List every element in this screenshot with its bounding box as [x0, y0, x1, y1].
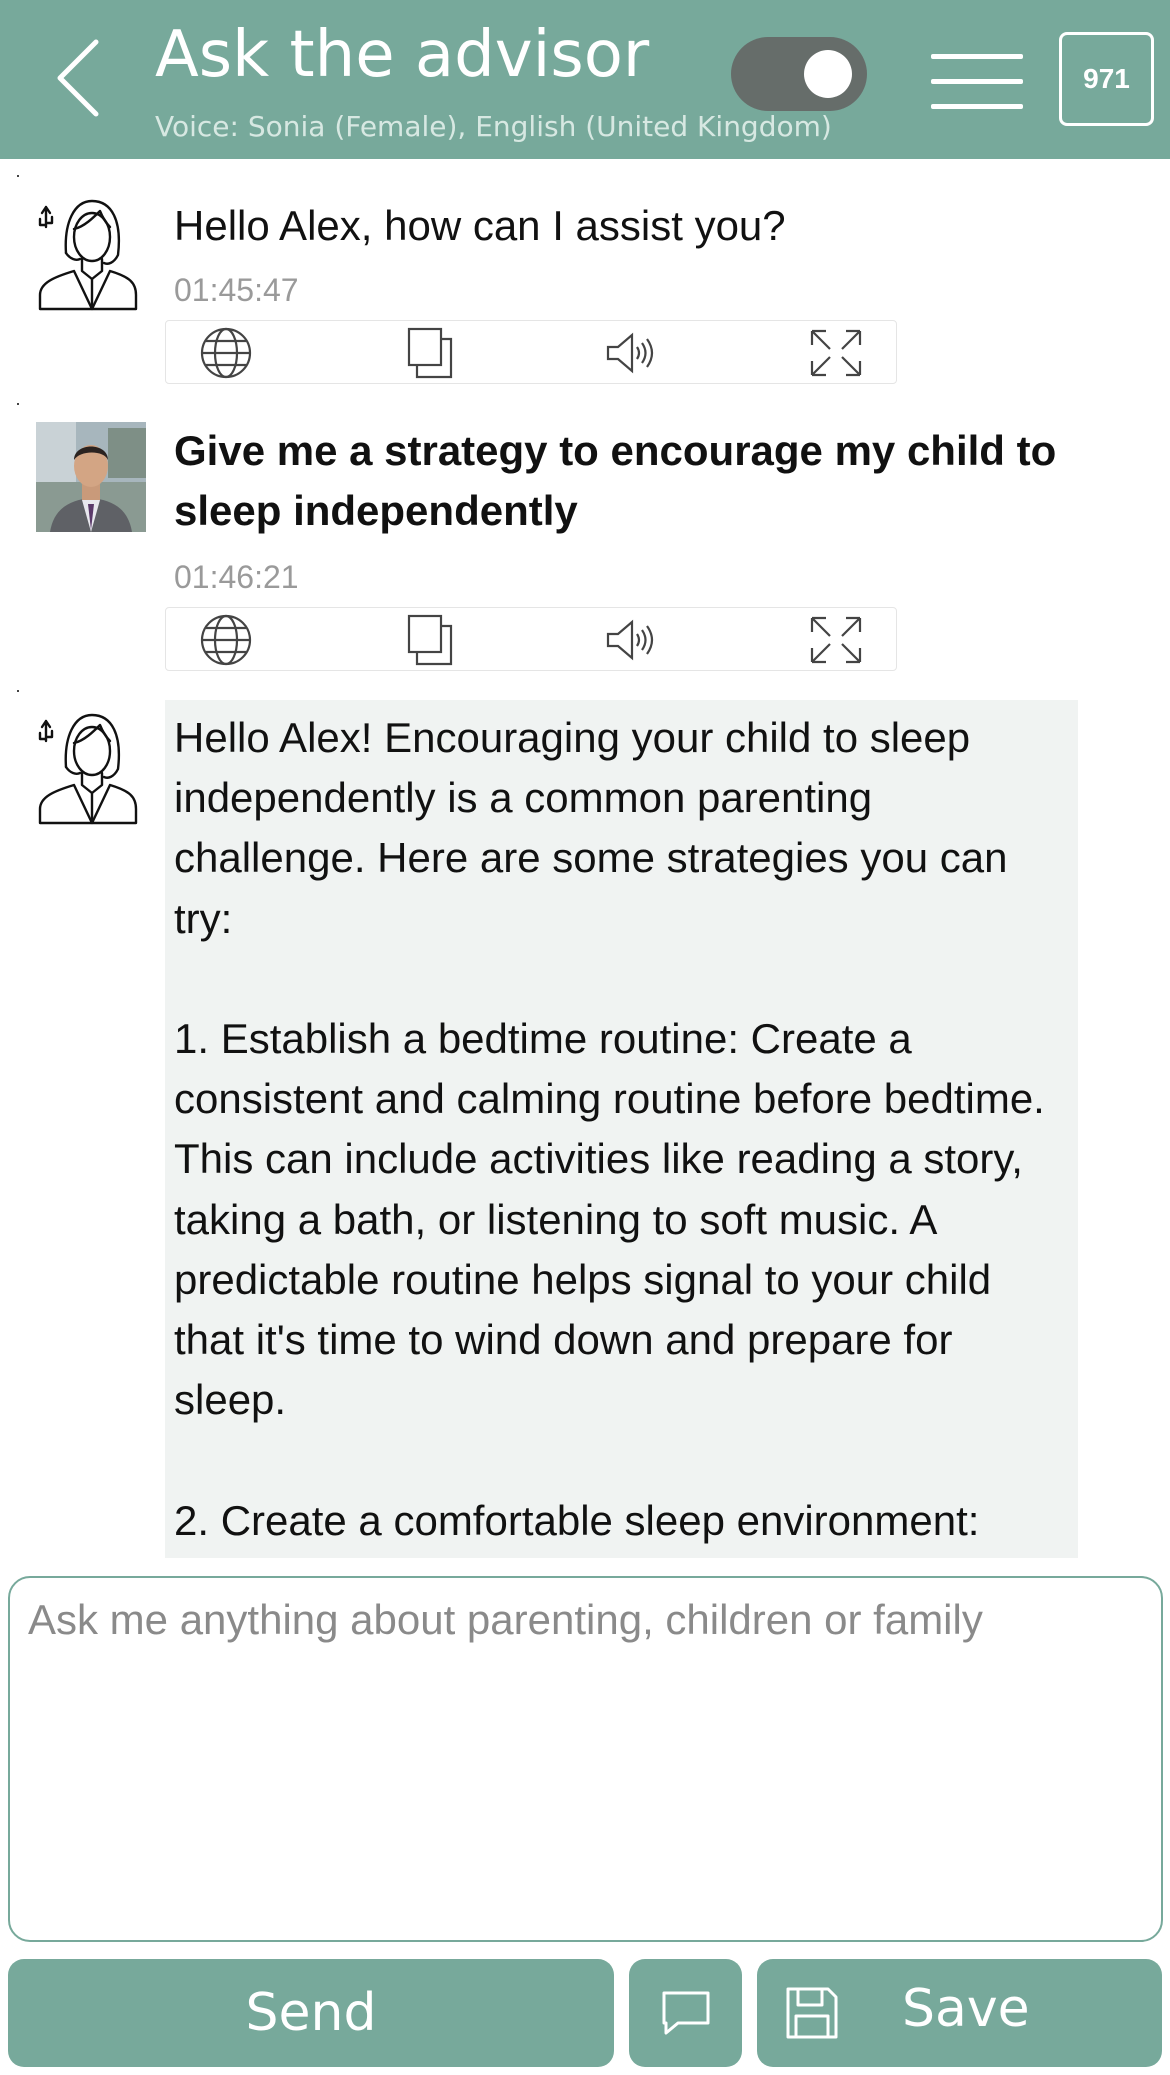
speak-button[interactable] — [602, 327, 658, 379]
message-toolbar — [165, 320, 897, 384]
voice-toggle[interactable] — [731, 37, 867, 111]
translate-button[interactable] — [198, 614, 254, 666]
voice-subtitle: Voice: Sonia (Female), English (United K… — [155, 110, 832, 143]
app-header: Ask the advisor Voice: Sonia (Female), E… — [0, 0, 1170, 159]
user-photo — [36, 422, 146, 532]
chevron-left-icon — [57, 39, 99, 117]
message-marker — [17, 175, 19, 177]
question-input-box — [8, 1576, 1163, 1942]
chat-bubble-icon — [662, 1991, 709, 2035]
copy-button[interactable] — [403, 614, 459, 666]
speaker-icon — [606, 619, 654, 661]
advisor-avatar-icon — [34, 193, 142, 311]
message-toolbar — [165, 607, 897, 671]
speak-button[interactable] — [602, 614, 658, 666]
expand-button[interactable] — [808, 327, 864, 379]
floppy-disk-icon — [786, 1987, 838, 2039]
menu-button[interactable] — [931, 54, 1023, 110]
send-label: Send — [245, 1983, 377, 2043]
message-timestamp: 01:45:47 — [174, 272, 299, 308]
message-timestamp: 01:46:21 — [174, 559, 299, 595]
message-marker — [17, 403, 19, 405]
advisor-reply: Hello Alex! Encouraging your child to sl… — [165, 700, 1078, 1558]
question-input[interactable] — [28, 1596, 1138, 1916]
message-text: Hello Alex, how can I assist you? — [174, 202, 786, 249]
message-marker — [17, 690, 19, 692]
page-title: Ask the advisor — [155, 18, 650, 92]
message-counter-badge[interactable]: 971 — [1059, 32, 1154, 126]
menu-icon — [931, 54, 1023, 59]
message-text: Give me a strategy to encourage my child… — [174, 427, 1057, 534]
chat-button[interactable] — [629, 1959, 742, 2067]
speaker-icon — [606, 332, 654, 374]
translate-button[interactable] — [198, 327, 254, 379]
globe-icon — [200, 327, 252, 379]
copy-icon — [407, 614, 453, 666]
copy-button[interactable] — [403, 327, 459, 379]
expand-icon — [810, 329, 862, 377]
send-button[interactable]: Send — [8, 1959, 614, 2067]
message-text: Hello Alex! Encouraging your child to sl… — [174, 714, 1045, 1544]
save-button[interactable]: Save — [757, 1959, 1162, 2067]
expand-button[interactable] — [808, 614, 864, 666]
advisor-avatar-icon — [34, 707, 142, 825]
expand-icon — [810, 616, 862, 664]
copy-icon — [407, 327, 453, 379]
toggle-knob — [804, 50, 852, 98]
globe-icon — [200, 614, 252, 666]
back-button[interactable] — [50, 38, 110, 118]
save-label: Save — [902, 1979, 1030, 2039]
